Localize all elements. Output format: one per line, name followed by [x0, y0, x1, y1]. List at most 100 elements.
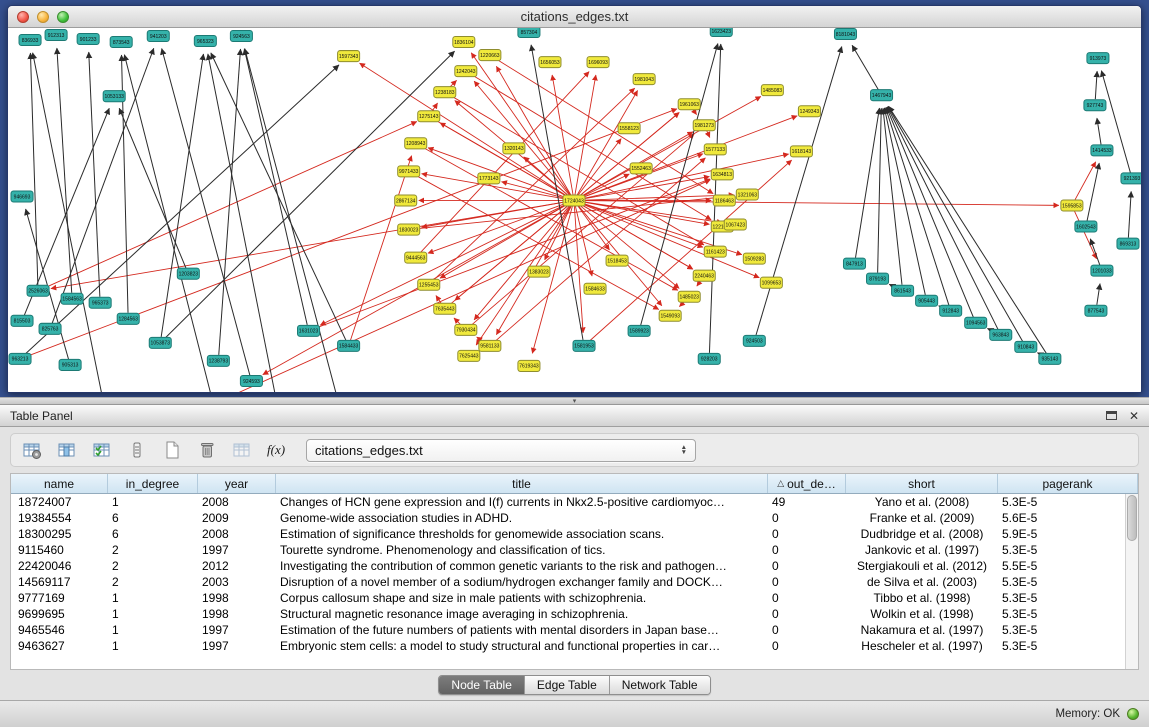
graph-edge[interactable] — [852, 45, 878, 90]
column-header-name[interactable]: name — [11, 474, 108, 493]
cell-name[interactable]: 9463627 — [11, 638, 108, 654]
graph-edge[interactable] — [30, 53, 37, 285]
graph-node[interactable]: 1186463 — [713, 195, 735, 206]
cell-out_degree[interactable]: 0 — [768, 574, 846, 590]
cell-in_degree[interactable]: 1 — [108, 606, 198, 622]
graph-node[interactable]: 927743 — [1084, 100, 1106, 111]
graph-node[interactable]: 1623423 — [710, 28, 732, 37]
graph-edge[interactable] — [855, 108, 879, 258]
cell-title[interactable]: Investigating the contribution of common… — [276, 558, 768, 574]
graph-node[interactable]: 1696093 — [587, 57, 609, 68]
graph-node[interactable]: 1238183 — [434, 87, 456, 98]
graph-node[interactable]: 879193 — [867, 273, 889, 284]
graph-edge[interactable] — [26, 209, 69, 359]
graph-node[interactable]: 1961063 — [678, 99, 700, 110]
graph-node[interactable]: 1981273 — [693, 120, 715, 131]
graph-node[interactable]: 924563 — [230, 31, 252, 42]
column-header-year[interactable]: year — [198, 474, 276, 493]
graph-node[interactable]: 1830023 — [398, 224, 420, 235]
graph-edge[interactable] — [119, 108, 186, 268]
table-row[interactable]: 946362711997Embryonic stem cells: a mode… — [11, 638, 1138, 654]
cell-pagerank[interactable]: 5.3E-5 — [998, 494, 1138, 510]
graph-node[interactable]: 861543 — [892, 285, 914, 296]
cell-title[interactable]: Disruption of a novel member of a sodium… — [276, 574, 768, 590]
graph-node[interactable]: 1238793 — [207, 355, 229, 366]
cell-title[interactable]: Tourette syndrome. Phenomenology and cla… — [276, 542, 768, 558]
cell-year[interactable]: 1997 — [198, 542, 276, 558]
graph-node[interactable]: 1485083 — [761, 85, 783, 96]
graph-node[interactable]: 7625443 — [458, 350, 480, 361]
graph-edge[interactable] — [57, 48, 72, 293]
column-header-short[interactable]: short — [846, 474, 998, 493]
close-panel-icon[interactable]: ✕ — [1129, 409, 1139, 423]
table-row[interactable]: 2242004622012Investigating the contribut… — [11, 558, 1138, 574]
cell-title[interactable]: Estimation of the future numbers of pati… — [276, 622, 768, 638]
cell-name[interactable]: 9465546 — [11, 622, 108, 638]
cell-out_degree[interactable]: 0 — [768, 510, 846, 526]
cell-year[interactable]: 2008 — [198, 526, 276, 542]
splitter-handle-icon[interactable]: ▾ — [573, 398, 577, 405]
window-titlebar[interactable]: citations_edges.txt — [8, 6, 1141, 28]
cell-name[interactable]: 19384554 — [11, 510, 108, 526]
cell-year[interactable]: 1998 — [198, 606, 276, 622]
graph-node[interactable]: 905313 — [59, 359, 81, 370]
graph-node[interactable]: 1656053 — [539, 57, 561, 68]
cell-in_degree[interactable]: 6 — [108, 526, 198, 542]
cell-in_degree[interactable]: 6 — [108, 510, 198, 526]
graph-node[interactable]: 946693 — [11, 191, 33, 202]
cell-pagerank[interactable]: 5.3E-5 — [998, 638, 1138, 654]
graph-node[interactable]: 901233 — [77, 34, 99, 45]
cell-title[interactable]: Embryonic stem cells: a model to study s… — [276, 638, 768, 654]
cell-title[interactable]: Genome-wide association studies in ADHD. — [276, 510, 768, 526]
cell-year[interactable]: 2012 — [198, 558, 276, 574]
cell-name[interactable]: 9115460 — [11, 542, 108, 558]
cell-name[interactable]: 18724007 — [11, 494, 108, 510]
graph-node[interactable]: 941203 — [147, 31, 169, 42]
cell-year[interactable]: 1998 — [198, 590, 276, 606]
select-columns-icon[interactable] — [89, 437, 115, 463]
graph-node[interactable]: 1094563 — [965, 317, 987, 328]
graph-node[interactable]: 2867134 — [395, 195, 417, 206]
graph-edge[interactable] — [432, 103, 438, 111]
table-settings-icon[interactable] — [19, 437, 45, 463]
graph-node[interactable]: 1255453 — [418, 279, 440, 290]
graph-edge[interactable] — [1101, 71, 1130, 173]
column-header-in_degree[interactable]: in_degree — [108, 474, 198, 493]
graph-node[interactable]: 9971433 — [398, 166, 420, 177]
cell-year[interactable]: 1997 — [198, 622, 276, 638]
graph-node[interactable]: 1595853 — [1061, 200, 1083, 211]
graph-node[interactable]: 1549093 — [659, 310, 681, 321]
graph-node[interactable]: 1099653 — [760, 277, 782, 288]
graph-node[interactable]: 1242043 — [455, 66, 477, 77]
cell-pagerank[interactable]: 5.3E-5 — [998, 542, 1138, 558]
graph-node[interactable]: 9581133 — [479, 340, 501, 351]
cell-in_degree[interactable]: 1 — [108, 638, 198, 654]
graph-node[interactable]: 9444563 — [405, 252, 427, 263]
graph-node[interactable]: 1509283 — [743, 253, 765, 264]
graph-node[interactable]: 2240463 — [693, 270, 715, 281]
graph-node[interactable]: 1618143 — [790, 146, 812, 157]
graph-node[interactable]: 1584633 — [584, 283, 606, 294]
graph-node[interactable]: 1220663 — [479, 50, 501, 61]
cell-name[interactable]: 22420046 — [11, 558, 108, 574]
graph-edge[interactable] — [450, 95, 704, 245]
graph-edge[interactable] — [351, 156, 412, 341]
cell-out_degree[interactable]: 0 — [768, 590, 846, 606]
graph-node[interactable]: 1584433 — [338, 340, 360, 351]
cell-title[interactable]: Corpus callosum shape and size in male p… — [276, 590, 768, 606]
graph-node[interactable]: 963213 — [9, 353, 31, 364]
network-canvas[interactable]: 1724043958113379304347635443125545394445… — [8, 28, 1141, 392]
cell-name[interactable]: 9777169 — [11, 590, 108, 606]
table-row[interactable]: 1938455462009Genome-wide association stu… — [11, 510, 1138, 526]
cell-short[interactable]: Stergiakouli et al. (2012) — [846, 558, 998, 574]
graph-node[interactable]: 1552463 — [630, 163, 652, 174]
tab-network-table[interactable]: Network Table — [610, 676, 710, 694]
graph-edge[interactable] — [1097, 118, 1101, 144]
cell-year[interactable]: 2009 — [198, 510, 276, 526]
table-row[interactable]: 946554611997Estimation of the future num… — [11, 622, 1138, 638]
graph-edge[interactable] — [878, 108, 882, 272]
graph-node[interactable]: 1602543 — [1075, 221, 1097, 232]
column-header-out_degree[interactable]: △out_de… — [768, 474, 846, 493]
panel-splitter[interactable]: ▾ — [0, 397, 1149, 404]
graph-node[interactable]: 1577133 — [704, 144, 726, 155]
